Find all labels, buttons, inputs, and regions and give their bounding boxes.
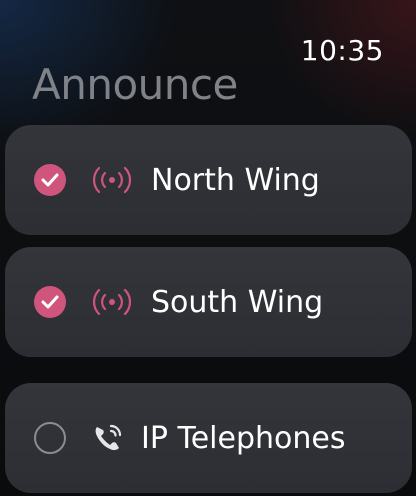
clock: 10:35 (300, 34, 384, 67)
list-item-south-wing[interactable]: South Wing (5, 247, 412, 357)
list-item-label: North Wing (151, 162, 320, 198)
list-item-label: South Wing (151, 284, 324, 320)
list-item-ip-telephones[interactable]: IP Telephones (5, 383, 412, 493)
checkmark-icon[interactable] (34, 286, 66, 318)
list-item-north-wing[interactable]: North Wing (5, 125, 412, 235)
list-item-label: IP Telephones (141, 420, 346, 456)
checkmark-icon[interactable] (34, 164, 66, 196)
announce-screen: 10:35 Announce North Wing South Wing IP … (0, 0, 416, 496)
broadcast-icon (92, 288, 132, 316)
unchecked-circle-icon[interactable] (34, 422, 66, 454)
page-title: Announce (32, 60, 238, 109)
broadcast-icon (92, 166, 132, 194)
phone-wifi-icon (95, 424, 122, 451)
